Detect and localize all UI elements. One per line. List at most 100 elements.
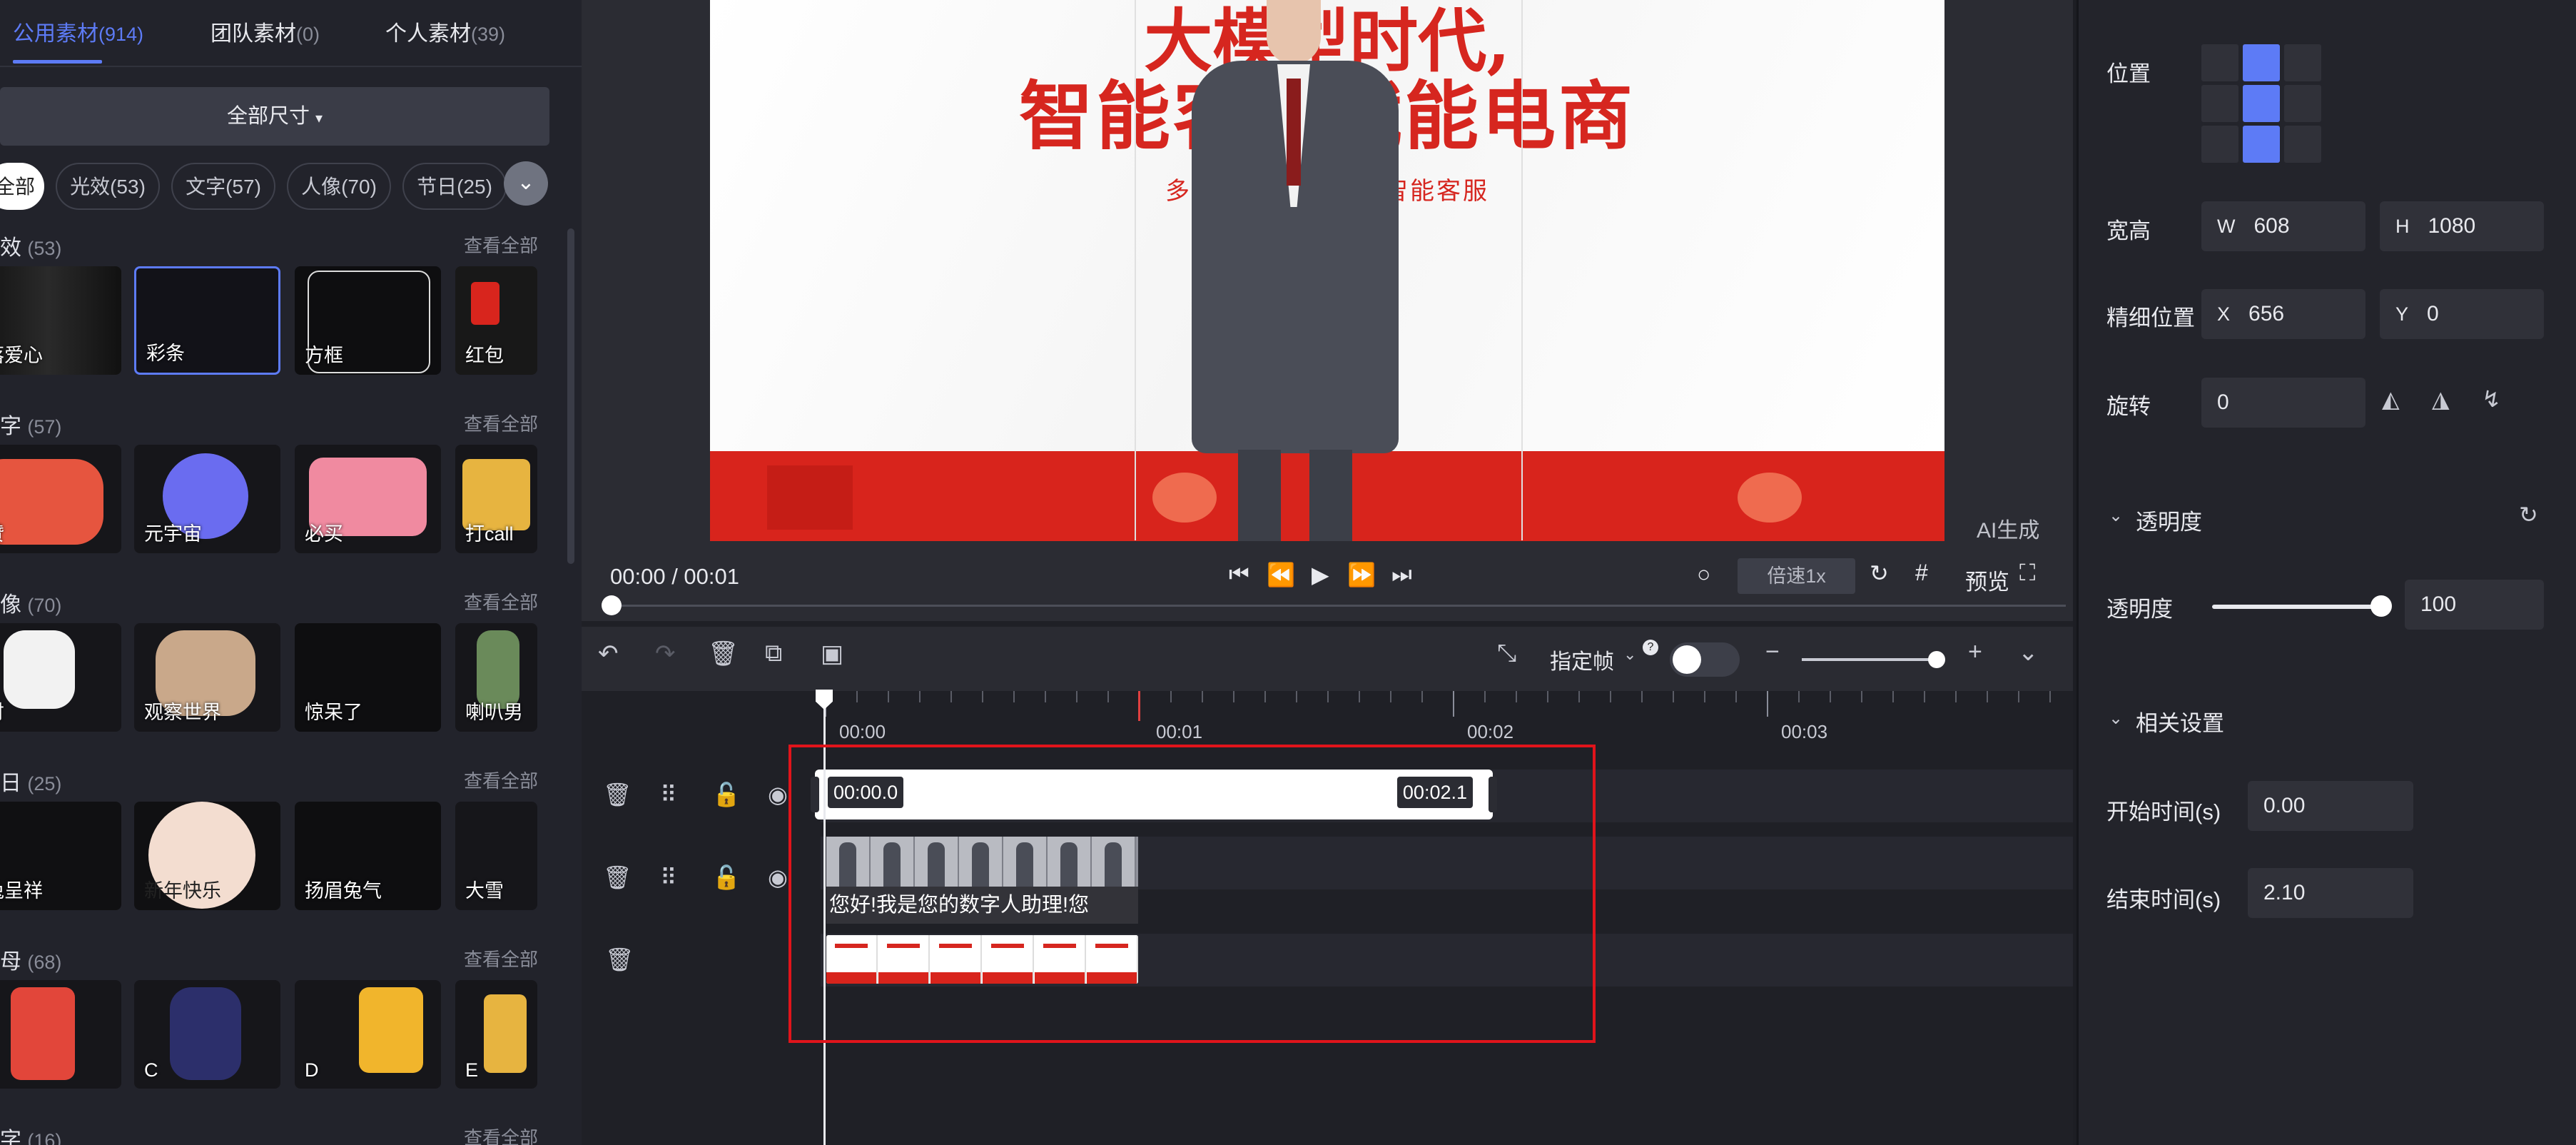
copy-icon[interactable]: ⧉	[765, 640, 782, 667]
material-thumb[interactable]: 喇叭男	[455, 623, 537, 732]
pos-cell[interactable]	[2284, 44, 2321, 81]
skip-end-icon[interactable]: ⏭	[1391, 561, 1412, 588]
material-thumb[interactable]: 红包	[455, 266, 537, 375]
trash-icon[interactable]: 🗑	[603, 781, 632, 808]
tab-public[interactable]: 公用素材(914)	[13, 16, 143, 47]
lock-icon[interactable]: 🔓	[712, 864, 741, 891]
speed-selector[interactable]: 倍速1x	[1738, 558, 1855, 594]
material-thumb[interactable]: 打call	[455, 445, 537, 553]
trash-icon[interactable]: 🗑	[605, 946, 634, 973]
chip-portrait[interactable]: 人像(70)	[287, 163, 391, 210]
screenshot-icon[interactable]: ▣	[821, 640, 843, 668]
drag-handle-icon[interactable]: ⠿	[660, 781, 676, 808]
opacity-input[interactable]: 100	[2405, 580, 2544, 630]
x-input[interactable]: X 656	[2201, 289, 2365, 339]
rotate-icon[interactable]: ↯	[2482, 385, 2501, 413]
split-icon[interactable]: ⤡	[1497, 640, 1516, 667]
pos-cell[interactable]	[2284, 126, 2321, 163]
see-all-link[interactable]: 查看全部	[464, 588, 538, 615]
skip-start-icon[interactable]: ⏮	[1229, 561, 1249, 588]
chip-all[interactable]: 全部	[0, 163, 44, 210]
material-thumb[interactable]: 扬眉兔气	[295, 802, 441, 910]
opacity-slider[interactable]	[2212, 605, 2380, 609]
lock-icon[interactable]: 🔓	[712, 781, 741, 808]
collapse-icon[interactable]: ⌄	[2018, 638, 2039, 667]
related-settings-header[interactable]: 相关设置	[2136, 705, 2224, 737]
end-time-input[interactable]: 2.10	[2248, 868, 2413, 918]
material-thumb[interactable]: 必买	[295, 445, 441, 553]
pos-cell[interactable]	[2284, 85, 2321, 122]
chevron-down-icon[interactable]: ⌄	[2109, 505, 2123, 526]
keyframe-toggle[interactable]	[1670, 642, 1740, 677]
selection-frame[interactable]	[1135, 0, 1523, 540]
width-input[interactable]: W 608	[2201, 201, 2365, 251]
chip-festival[interactable]: 节日(25)	[402, 163, 507, 210]
play-icon[interactable]: ▶	[1312, 561, 1329, 588]
material-thumb[interactable]: 落爱心	[0, 266, 121, 375]
preview-button[interactable]: 预览	[1965, 564, 2009, 596]
pos-cell[interactable]	[2201, 126, 2238, 163]
see-all-link[interactable]: 查看全部	[464, 231, 538, 258]
undo-icon[interactable]: ↶	[598, 640, 619, 668]
material-thumb[interactable]: E	[455, 980, 537, 1089]
material-thumb[interactable]: 大雪	[455, 802, 537, 910]
grid-icon[interactable]: #	[1915, 560, 1928, 586]
video-canvas[interactable]: 大模型时代, 智能客服赋能电商 多模态AI Sale • 智能客服	[710, 0, 1944, 541]
search-icon[interactable]: ○	[1697, 561, 1710, 587]
material-thumb[interactable]: 方框	[295, 266, 441, 375]
eye-icon[interactable]: ◉	[768, 864, 788, 891]
chevron-down-icon[interactable]: ⌄	[504, 161, 548, 206]
reset-icon[interactable]: ↻	[2519, 501, 2538, 528]
opacity-slider-knob[interactable]	[2370, 595, 2392, 617]
zoom-slider[interactable]	[1802, 658, 1937, 661]
material-thumb-selected[interactable]: 彩条	[134, 266, 280, 375]
trash-icon[interactable]: 🗑	[603, 864, 632, 891]
pos-cell-active[interactable]	[2243, 126, 2280, 163]
see-all-link[interactable]: 查看全部	[464, 767, 538, 793]
material-thumb[interactable]: 财	[0, 623, 121, 732]
see-all-link[interactable]: 查看全部	[464, 410, 538, 436]
material-thumb[interactable]: C	[134, 980, 280, 1089]
material-scrollbar[interactable]	[567, 228, 574, 564]
start-time-input[interactable]: 0.00	[2248, 781, 2413, 831]
time-ruler[interactable]: 00:00 00:01 00:02 00:03	[821, 691, 2082, 742]
pos-cell-active[interactable]	[2243, 44, 2280, 81]
fast-forward-icon[interactable]: ⏩	[1347, 561, 1376, 588]
drag-handle-icon[interactable]: ⠿	[660, 864, 676, 891]
rewind-icon[interactable]: ⏪	[1267, 561, 1295, 588]
material-thumb[interactable]: D	[295, 980, 441, 1089]
material-thumb[interactable]	[0, 980, 121, 1089]
chip-light[interactable]: 光效(53)	[56, 163, 160, 210]
height-input[interactable]: H 1080	[2380, 201, 2544, 251]
flip-vertical-icon[interactable]: ◮	[2432, 385, 2450, 413]
pos-cell[interactable]	[2201, 44, 2238, 81]
material-thumb[interactable]: 新年快乐	[134, 802, 280, 910]
see-all-link[interactable]: 查看全部	[464, 1124, 538, 1145]
help-icon[interactable]: ?	[1643, 640, 1658, 655]
chip-text[interactable]: 文字(57)	[171, 163, 275, 210]
rotate-input[interactable]: 0	[2201, 378, 2365, 428]
zoom-knob[interactable]	[1928, 651, 1945, 668]
flip-horizontal-icon[interactable]: ◭	[2382, 385, 2400, 413]
material-thumb[interactable]: 惊呆了	[295, 623, 441, 732]
fullscreen-icon[interactable]: ⛶	[2019, 560, 2035, 587]
material-thumb[interactable]: 赞	[0, 445, 121, 553]
seek-bar[interactable]	[610, 605, 2066, 607]
chevron-down-icon[interactable]: ⌄	[2109, 708, 2123, 729]
opacity-section-header[interactable]: 透明度	[2136, 504, 2202, 536]
pos-cell-active[interactable]	[2243, 85, 2280, 122]
material-thumb[interactable]: 观察世界	[134, 623, 280, 732]
redo-icon[interactable]: ↷	[655, 640, 676, 668]
tab-personal[interactable]: 个人素材(39)	[385, 16, 505, 47]
size-filter-dropdown[interactable]: 全部尺寸 ▾	[0, 87, 549, 146]
delete-icon[interactable]: 🗑	[708, 640, 739, 668]
caret-down-icon[interactable]: ⌄	[1623, 645, 1636, 664]
seek-knob[interactable]	[602, 595, 622, 615]
position-grid[interactable]	[2201, 44, 2321, 163]
zoom-out-icon[interactable]: −	[1765, 638, 1780, 666]
material-thumb[interactable]: 元宇宙	[134, 445, 280, 553]
loop-icon[interactable]: ↻	[1870, 560, 1889, 587]
see-all-link[interactable]: 查看全部	[464, 945, 538, 972]
pos-cell[interactable]	[2201, 85, 2238, 122]
material-thumb[interactable]: 兔呈祥	[0, 802, 121, 910]
